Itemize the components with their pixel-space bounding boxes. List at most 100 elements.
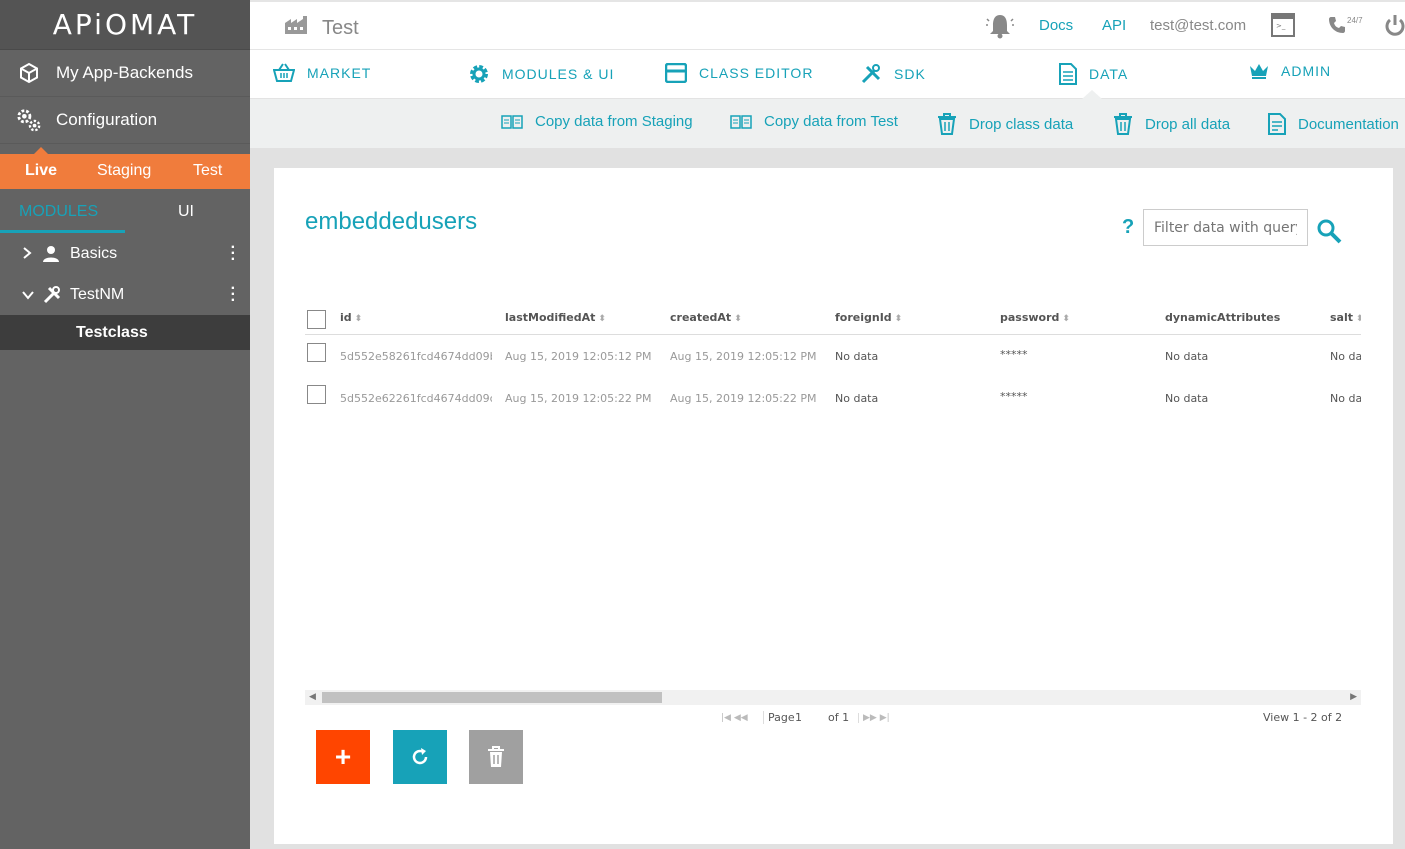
gear-icon bbox=[468, 63, 490, 85]
copy-icon bbox=[501, 114, 523, 130]
page-number[interactable]: 1 bbox=[795, 711, 802, 724]
support-phone-icon[interactable]: 24/7 bbox=[1328, 16, 1363, 34]
toolbar-label: Documentation bbox=[1298, 115, 1399, 133]
col-header-salt[interactable]: salt ⬍ bbox=[1330, 311, 1361, 324]
docs-link[interactable]: Docs bbox=[1039, 17, 1073, 34]
select-all-checkbox[interactable] bbox=[307, 310, 326, 329]
scrollbar-thumb[interactable] bbox=[322, 692, 662, 703]
copy-icon bbox=[730, 114, 752, 130]
scroll-right-icon[interactable]: ▶ bbox=[1350, 691, 1357, 702]
chevron-right-icon[interactable] bbox=[22, 246, 36, 262]
documentation-button[interactable]: Documentation bbox=[1268, 113, 1399, 135]
col-header-createdat[interactable]: createdAt ⬍ bbox=[670, 311, 742, 324]
sidebar: APiOMAT My App-Backends Configuration Li… bbox=[0, 0, 250, 849]
scroll-left-icon[interactable]: ◀ bbox=[309, 691, 316, 702]
drop-class-data-button[interactable]: Drop class data bbox=[937, 113, 1073, 135]
row-checkbox[interactable] bbox=[307, 343, 326, 362]
cell-password: ***** bbox=[1000, 348, 1028, 361]
horizontal-scrollbar[interactable]: ◀ ▶ bbox=[305, 690, 1361, 705]
view-count: View 1 - 2 of 2 bbox=[1263, 711, 1343, 724]
toolbar-label: Drop class data bbox=[969, 115, 1074, 133]
nav-admin[interactable]: ADMIN bbox=[1249, 63, 1331, 79]
col-header-password[interactable]: password ⬍ bbox=[1000, 311, 1070, 324]
nav-sdk[interactable]: SDK bbox=[860, 63, 926, 85]
main-nav: MARKET MODULES & UI CLASS EDITOR SDK DAT… bbox=[250, 50, 1405, 99]
tools-icon bbox=[860, 63, 882, 85]
copy-from-staging-button[interactable]: Copy data from Staging bbox=[501, 113, 693, 130]
tree-item-label: Basics bbox=[70, 244, 118, 262]
toolbar-label: Copy data from Test bbox=[764, 113, 898, 130]
basket-icon bbox=[273, 63, 295, 83]
sidebar-link-configuration[interactable]: Configuration bbox=[0, 97, 250, 144]
cell-lastmodifiedat: Aug 15, 2019 12:05:12 PM bbox=[505, 350, 652, 363]
env-active-arrow bbox=[34, 147, 48, 154]
trash-icon bbox=[1113, 113, 1133, 135]
filter-query-input[interactable] bbox=[1143, 209, 1308, 246]
nav-label: CLASS EDITOR bbox=[699, 65, 814, 81]
nav-label: DATA bbox=[1089, 66, 1129, 82]
cell-salt: No data bbox=[1330, 350, 1361, 363]
page-count: of 1 bbox=[828, 711, 850, 724]
cell-salt: No data bbox=[1330, 392, 1361, 405]
env-tab-live[interactable]: Live bbox=[25, 162, 57, 180]
console-icon[interactable]: >_ bbox=[1271, 13, 1295, 42]
first-page-icon[interactable]: |◀ ◀◀ bbox=[721, 713, 748, 723]
sidebar-link-app-backends[interactable]: My App-Backends bbox=[0, 50, 250, 97]
cell-dynamicattributes: No data bbox=[1165, 392, 1209, 405]
module-tabs: MODULES UI bbox=[0, 189, 250, 233]
class-title: embeddedusers bbox=[305, 208, 478, 235]
user-icon bbox=[42, 245, 64, 263]
row-checkbox[interactable] bbox=[307, 385, 326, 404]
delete-button[interactable] bbox=[469, 730, 523, 784]
trash-icon bbox=[488, 746, 504, 767]
data-grid: id ⬍ lastModifiedAt ⬍ createdAt ⬍ foreignId… bbox=[305, 302, 1361, 682]
power-icon[interactable] bbox=[1384, 14, 1405, 43]
nav-class-editor[interactable]: CLASS EDITOR bbox=[665, 63, 813, 83]
logo[interactable]: APiOMAT bbox=[0, 0, 250, 50]
tree-item-basics[interactable]: Basics · · · bbox=[0, 233, 250, 274]
col-header-lastmodifiedat[interactable]: lastModifiedAt ⬍ bbox=[505, 311, 606, 324]
cell-foreignid: No data bbox=[835, 350, 879, 363]
cell-createdat: Aug 15, 2019 12:05:22 PM bbox=[670, 392, 817, 405]
logo-text: APiOMAT bbox=[52, 8, 198, 41]
document-icon bbox=[1059, 63, 1077, 85]
nav-modules-ui[interactable]: MODULES & UI bbox=[468, 63, 614, 85]
env-tab-staging[interactable]: Staging bbox=[97, 162, 151, 180]
drop-all-data-button[interactable]: Drop all data bbox=[1113, 113, 1230, 135]
cube-icon bbox=[16, 60, 42, 86]
nav-data[interactable]: DATA bbox=[1059, 63, 1128, 85]
refresh-icon bbox=[412, 748, 428, 765]
top-bar: Test Docs API test@test.com >_ 24/7 bbox=[250, 0, 1405, 50]
more-vertical-icon[interactable]: · · · bbox=[231, 281, 236, 309]
copy-from-test-button[interactable]: Copy data from Test bbox=[730, 113, 898, 130]
cell-lastmodifiedat: Aug 15, 2019 12:05:22 PM bbox=[505, 392, 652, 405]
user-email[interactable]: test@test.com bbox=[1150, 17, 1246, 34]
table-row[interactable]: 5d552e58261fcd4674dd09b Aug 15, 2019 12:… bbox=[305, 335, 1361, 377]
chevron-down-icon[interactable] bbox=[22, 287, 36, 303]
refresh-button[interactable] bbox=[393, 730, 447, 784]
support-label: 24/7 bbox=[1347, 16, 1363, 25]
cell-foreignid: No data bbox=[835, 392, 879, 405]
tree-item-testclass[interactable]: Testclass bbox=[0, 315, 250, 350]
tab-ui[interactable]: UI bbox=[178, 203, 194, 221]
col-header-foreignid[interactable]: foreignId ⬍ bbox=[835, 311, 902, 324]
bell-icon[interactable] bbox=[986, 12, 1014, 45]
search-icon[interactable] bbox=[1316, 218, 1342, 249]
factory-icon bbox=[284, 15, 308, 41]
tree-item-testnm[interactable]: TestNM · · · bbox=[0, 274, 250, 315]
nav-market[interactable]: MARKET bbox=[273, 63, 371, 83]
cell-id: 5d552e58261fcd4674dd09b bbox=[340, 350, 492, 363]
add-button[interactable]: + bbox=[316, 730, 370, 784]
more-vertical-icon[interactable]: · · · bbox=[231, 240, 236, 268]
col-header-id[interactable]: id ⬍ bbox=[340, 311, 362, 324]
sidebar-link-label: My App-Backends bbox=[56, 63, 194, 82]
cell-dynamicattributes: No data bbox=[1165, 350, 1209, 363]
env-tab-test[interactable]: Test bbox=[193, 162, 222, 180]
query-help-link[interactable]: ? bbox=[1122, 216, 1134, 239]
col-header-dynamicattributes[interactable]: dynamicAttributes bbox=[1165, 311, 1280, 324]
api-link[interactable]: API bbox=[1102, 17, 1126, 34]
cell-createdat: Aug 15, 2019 12:05:12 PM bbox=[670, 350, 817, 363]
last-page-icon[interactable]: ▶▶ ▶| bbox=[858, 713, 890, 723]
tab-modules[interactable]: MODULES bbox=[19, 203, 98, 221]
table-row[interactable]: 5d552e62261fcd4674dd09c Aug 15, 2019 12:… bbox=[305, 377, 1361, 419]
